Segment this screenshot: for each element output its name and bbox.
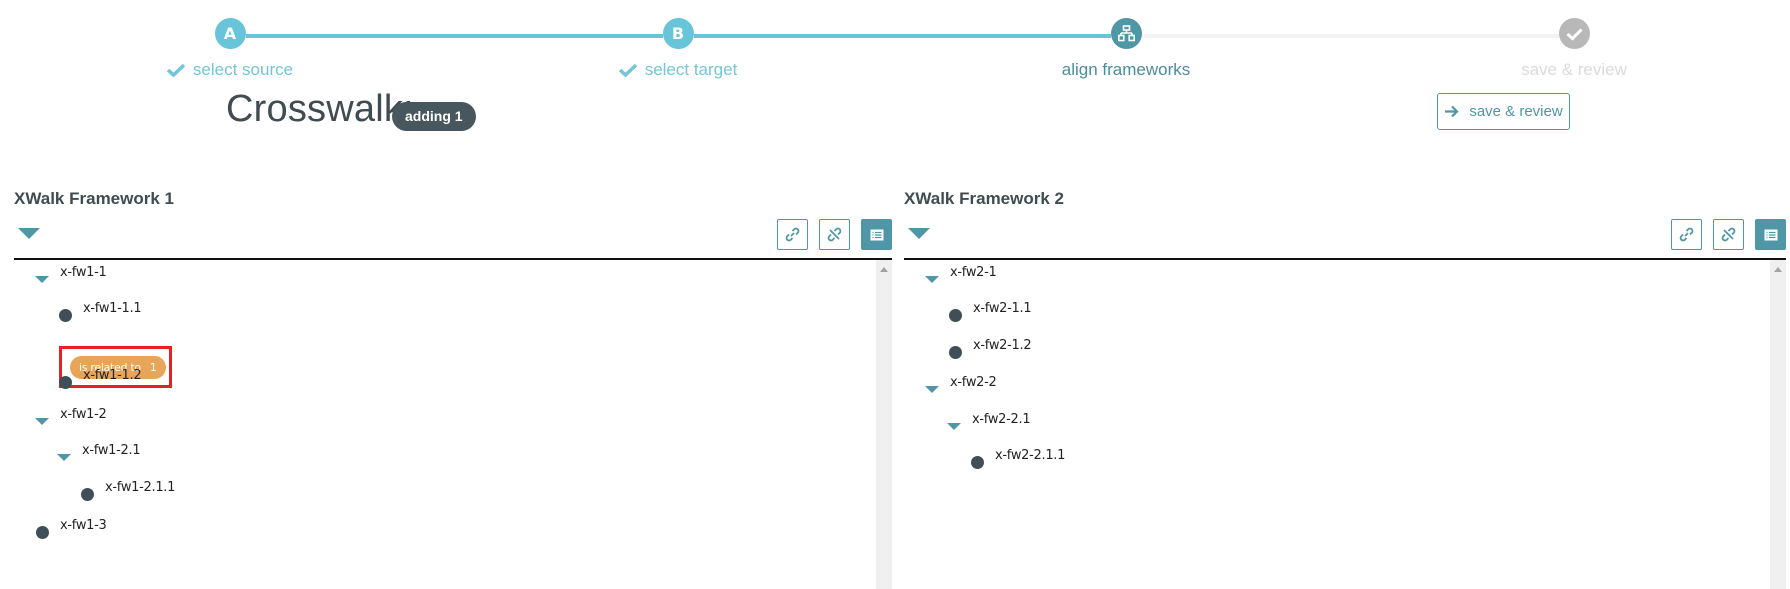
unlink-icon [827,227,842,242]
tree-node[interactable]: x-fw2-2 [925,370,997,400]
scroll-up-arrow-icon[interactable] [880,267,888,272]
collapse-all-icon[interactable] [18,228,40,239]
node-label[interactable]: x-fw2-2 [950,375,997,390]
panel-toolbar [904,214,1786,260]
node-label[interactable]: x-fw2-1 [950,265,997,280]
framework-panel-right: XWalk Framework 2 x-fw2-1 x-fw2-1.1 x-fw… [904,180,1786,589]
tree-view: x-fw2-1 x-fw2-1.1 x-fw2-1.2 x-fw2-2 x-fw… [904,260,1786,589]
list-view-button[interactable] [1755,219,1786,250]
leaf-bullet-icon [949,346,962,359]
list-view-button[interactable] [861,219,892,250]
expand-toggle-icon[interactable] [57,453,71,461]
scroll-up-arrow-icon[interactable] [1774,267,1782,272]
step-marker: A [214,18,246,49]
node-label[interactable]: x-fw1-1 [60,265,107,280]
link-button[interactable] [1671,219,1702,250]
leaf-bullet-icon [81,488,94,501]
network-icon [1117,25,1135,42]
node-label[interactable]: x-fw1-1.2 [83,368,142,383]
save-review-button[interactable]: save & review [1437,93,1570,130]
step-select-source[interactable]: A select source [110,18,350,82]
list-icon [1764,229,1777,240]
step-marker: B [662,18,694,49]
framework-panel-left: XWalk Framework 1 x-fw1-1 x-fw1-1.1 is r… [14,180,892,589]
tree-node[interactable]: x-fw1-3 [36,513,107,543]
node-label[interactable]: x-fw2-2.1.1 [995,448,1065,463]
expand-toggle-icon[interactable] [947,422,961,430]
leaf-bullet-icon [59,376,72,389]
leaf-bullet-icon [59,309,72,322]
tree-node[interactable]: x-fw2-1.1 [949,296,1032,326]
link-icon [785,227,800,242]
node-label[interactable]: x-fw1-2 [60,407,107,422]
step-align-frameworks[interactable]: align frameworks [1006,18,1246,80]
tree-node[interactable]: x-fw2-2.1.1 [971,443,1065,473]
check-icon [1565,27,1583,41]
scrollbar[interactable] [876,260,892,589]
node-label[interactable]: x-fw2-2.1 [972,412,1031,427]
step-label: select source [192,60,294,79]
panel-title: XWalk Framework 1 [14,189,174,208]
check-icon [166,63,185,77]
list-icon [870,229,883,240]
step-label: save & review [1521,60,1627,79]
tree-node[interactable]: x-fw1-2 [35,402,107,432]
relation-count: 1 [149,361,157,374]
check-icon [618,63,637,77]
leaf-bullet-icon [36,526,49,539]
panel-toolbar [14,214,892,260]
step-marker [1558,18,1590,49]
collapse-all-icon[interactable] [908,228,930,239]
tree-node[interactable]: x-fw1-2.1 [57,438,141,468]
leaf-bullet-icon [971,456,984,469]
status-badge: adding 1 [392,102,476,131]
step-select-target[interactable]: B select target [558,18,798,82]
expand-toggle-icon[interactable] [925,385,939,393]
expand-toggle-icon[interactable] [35,275,49,283]
tree-view: x-fw1-1 x-fw1-1.1 is related to 1 x-fw1-… [14,260,892,589]
page-title: Crosswalk: [226,88,414,130]
expand-toggle-icon[interactable] [35,417,49,425]
step-label: select target [644,60,738,79]
node-label[interactable]: x-fw2-1.2 [973,338,1032,353]
leaf-bullet-icon [949,309,962,322]
step-label: align frameworks [1061,60,1191,79]
link-icon [1679,227,1694,242]
arrow-right-icon [1445,105,1459,118]
node-label[interactable]: x-fw2-1.1 [973,301,1032,316]
unlink-icon [1721,227,1736,242]
tree-node[interactable]: x-fw1-1 [35,260,107,290]
tree-node[interactable]: x-fw2-2.1 [947,407,1031,437]
unlink-button[interactable] [819,219,850,250]
progress-stepper: A select source B select target align fr… [0,0,1790,90]
unlink-button[interactable] [1713,219,1744,250]
node-label[interactable]: x-fw1-3 [60,518,107,533]
node-label[interactable]: x-fw1-2.1 [82,443,141,458]
node-label[interactable]: x-fw1-2.1.1 [105,480,175,495]
tree-node[interactable]: x-fw2-1 [925,260,997,290]
tree-node[interactable]: x-fw1-2.1.1 [81,475,175,505]
tree-node[interactable]: x-fw1-1.2 [59,363,142,393]
scrollbar[interactable] [1770,260,1786,589]
link-button[interactable] [777,219,808,250]
step-save-review[interactable]: save & review [1454,18,1694,80]
tree-node[interactable]: x-fw1-1.1 [59,296,142,326]
node-label[interactable]: x-fw1-1.1 [83,301,142,316]
step-marker [1110,18,1142,49]
panel-title: XWalk Framework 2 [904,189,1064,208]
expand-toggle-icon[interactable] [925,275,939,283]
tree-node[interactable]: x-fw2-1.2 [949,333,1032,363]
save-review-label: save & review [1469,103,1563,120]
